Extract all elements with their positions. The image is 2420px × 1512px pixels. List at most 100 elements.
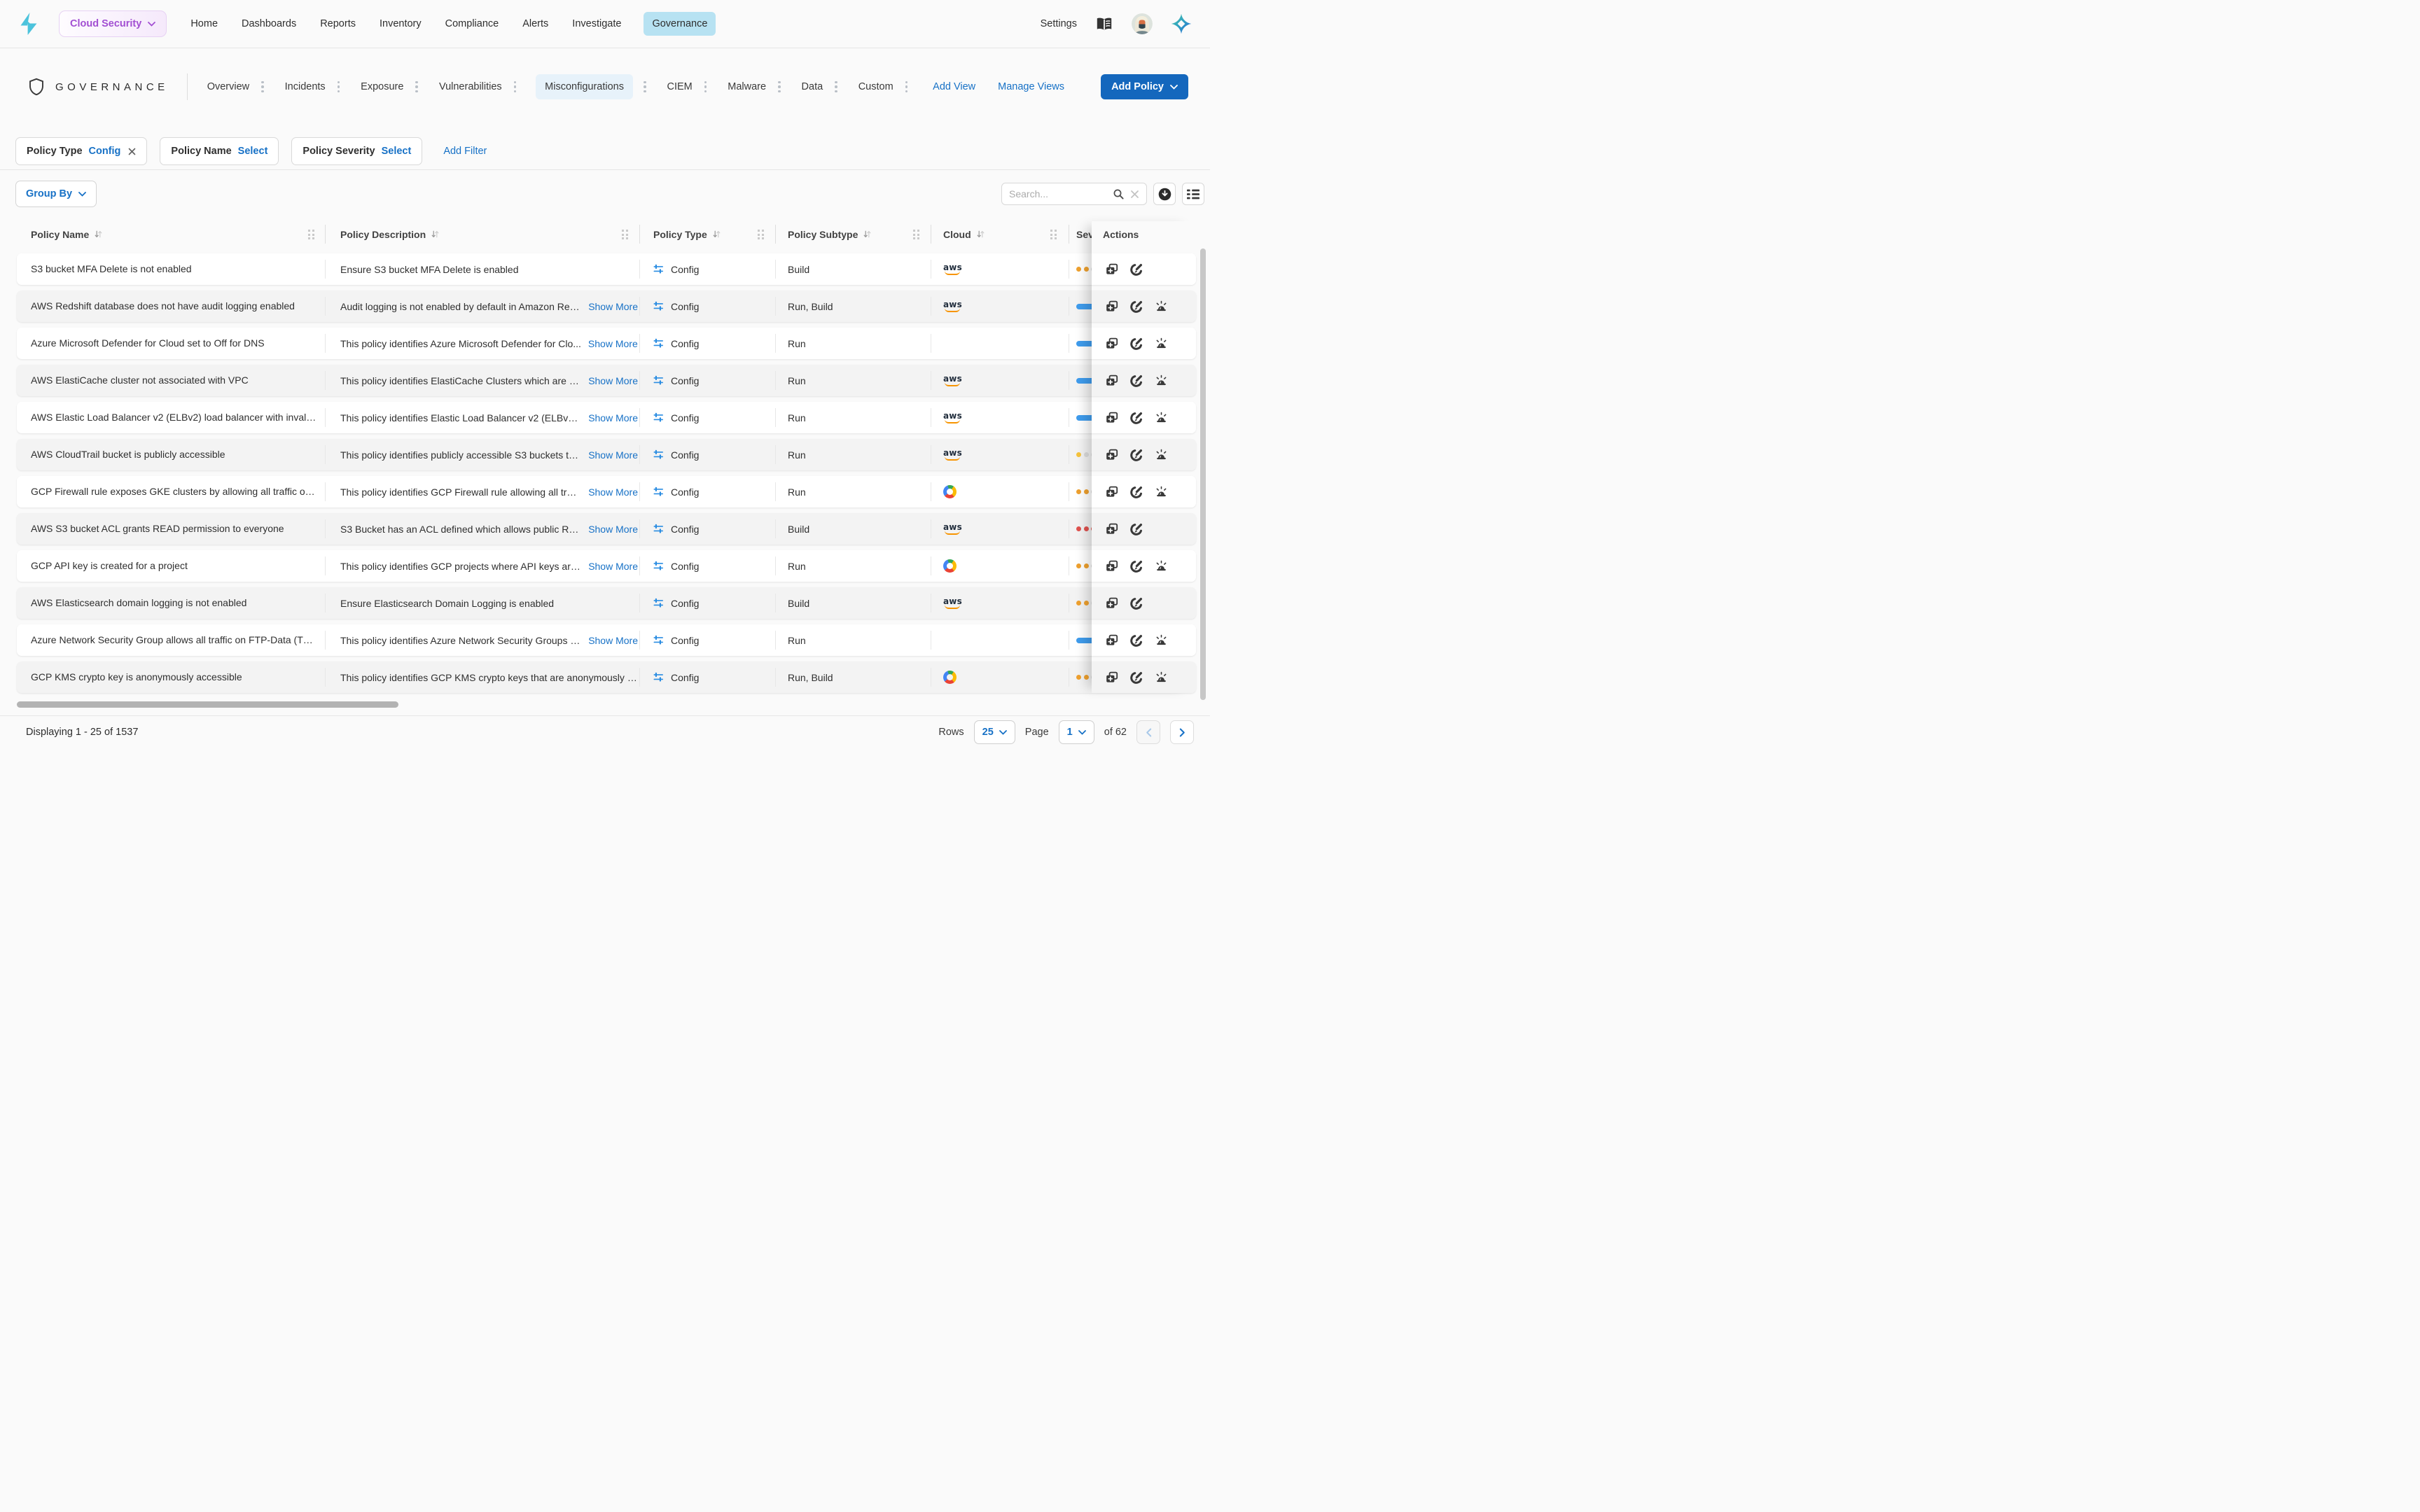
- clone-policy-button[interactable]: [1104, 336, 1120, 351]
- column-drag-handle[interactable]: [913, 230, 919, 239]
- user-avatar[interactable]: [1132, 13, 1153, 34]
- filter-chip-value[interactable]: Select: [382, 146, 412, 157]
- search-icon[interactable]: [1113, 188, 1125, 200]
- table-row[interactable]: AWS Elasticsearch domain logging is not …: [17, 587, 1196, 619]
- table-row[interactable]: Azure Network Security Group allows all …: [17, 624, 1196, 656]
- tab-label[interactable]: Misconfigurations: [536, 74, 633, 99]
- clone-policy-button[interactable]: [1104, 596, 1120, 611]
- filter-chip-policy-type[interactable]: Policy Type Config: [15, 137, 148, 165]
- filter-chip-policy-severity[interactable]: Policy Severity Select: [291, 137, 423, 165]
- create-alert-rule-button[interactable]: [1153, 559, 1169, 573]
- clear-search-icon[interactable]: [1130, 190, 1139, 199]
- column-drag-handle[interactable]: [758, 230, 764, 239]
- tab-label[interactable]: Overview: [206, 74, 251, 99]
- tab-menu-kebab-icon[interactable]: [513, 80, 518, 94]
- show-more-link[interactable]: Show More: [588, 375, 638, 386]
- table-row[interactable]: AWS CloudTrail bucket is publicly access…: [17, 439, 1196, 470]
- search-input[interactable]: [1009, 188, 1107, 200]
- brand-logo-icon[interactable]: [18, 12, 39, 36]
- edit-policy-button[interactable]: [1129, 410, 1144, 426]
- column-settings-button[interactable]: [1182, 183, 1204, 205]
- edit-policy-button[interactable]: [1129, 484, 1144, 500]
- add-filter-link[interactable]: Add Filter: [443, 146, 487, 157]
- tab-menu-kebab-icon[interactable]: [414, 80, 419, 94]
- tab-menu-kebab-icon[interactable]: [904, 80, 910, 94]
- add-policy-button[interactable]: Add Policy: [1101, 74, 1188, 99]
- tab-menu-kebab-icon[interactable]: [336, 80, 342, 94]
- edit-policy-button[interactable]: [1129, 559, 1144, 574]
- tab-label[interactable]: Exposure: [359, 74, 405, 99]
- rows-per-page-select[interactable]: 25: [973, 720, 1015, 744]
- clone-policy-button[interactable]: [1104, 373, 1120, 388]
- table-row[interactable]: Azure Microsoft Defender for Cloud set t…: [17, 328, 1196, 359]
- edit-policy-button[interactable]: [1129, 373, 1144, 388]
- table-row[interactable]: AWS Elastic Load Balancer v2 (ELBv2) loa…: [17, 402, 1196, 433]
- table-row[interactable]: AWS Redshift database does not have audi…: [17, 290, 1196, 322]
- sort-icon[interactable]: [94, 230, 103, 239]
- create-alert-rule-button[interactable]: [1153, 633, 1169, 648]
- nav-item-home[interactable]: Home: [189, 12, 219, 36]
- clone-policy-button[interactable]: [1104, 522, 1120, 537]
- show-more-link[interactable]: Show More: [588, 338, 638, 349]
- create-alert-rule-button[interactable]: [1153, 299, 1169, 314]
- nav-item-alerts[interactable]: Alerts: [521, 12, 550, 36]
- edit-policy-button[interactable]: [1129, 262, 1144, 277]
- add-view-link[interactable]: Add View: [933, 81, 975, 92]
- clone-policy-button[interactable]: [1104, 410, 1120, 426]
- column-drag-handle[interactable]: [622, 230, 628, 239]
- settings-link[interactable]: Settings: [1041, 18, 1077, 29]
- tab-label[interactable]: Data: [800, 74, 825, 99]
- column-header-policy-name[interactable]: Policy Name: [31, 221, 103, 247]
- column-drag-handle[interactable]: [1050, 230, 1057, 239]
- filter-chip-value[interactable]: Config: [89, 146, 121, 157]
- show-more-link[interactable]: Show More: [588, 561, 638, 572]
- column-header-policy-subtype[interactable]: Policy Subtype: [788, 221, 872, 247]
- edit-policy-button[interactable]: [1129, 299, 1144, 314]
- vertical-scrollbar[interactable]: [1200, 248, 1206, 700]
- clone-policy-button[interactable]: [1104, 447, 1120, 463]
- clone-policy-button[interactable]: [1104, 633, 1120, 648]
- table-row[interactable]: GCP API key is created for a project Thi…: [17, 550, 1196, 582]
- show-more-link[interactable]: Show More: [588, 635, 638, 646]
- clone-policy-button[interactable]: [1104, 262, 1120, 277]
- nav-item-investigate[interactable]: Investigate: [571, 12, 623, 36]
- show-more-link[interactable]: Show More: [588, 486, 638, 498]
- edit-policy-button[interactable]: [1129, 522, 1144, 537]
- tab-menu-kebab-icon[interactable]: [777, 80, 782, 94]
- tab-label[interactable]: CIEM: [666, 74, 694, 99]
- show-more-link[interactable]: Show More: [588, 524, 638, 535]
- copilot-sparkle-icon[interactable]: [1171, 13, 1192, 34]
- sort-icon[interactable]: [712, 230, 721, 239]
- show-more-link[interactable]: Show More: [588, 301, 638, 312]
- table-row[interactable]: S3 bucket MFA Delete is not enabled Ensu…: [17, 253, 1196, 285]
- previous-page-button[interactable]: [1136, 720, 1160, 744]
- edit-policy-button[interactable]: [1129, 447, 1144, 463]
- tab-label[interactable]: Malware: [726, 74, 767, 99]
- clone-policy-button[interactable]: [1104, 299, 1120, 314]
- clone-policy-button[interactable]: [1104, 670, 1120, 685]
- next-page-button[interactable]: [1170, 720, 1194, 744]
- remove-filter-icon[interactable]: [128, 148, 136, 155]
- tab-label[interactable]: Custom: [857, 74, 895, 99]
- create-alert-rule-button[interactable]: [1153, 373, 1169, 388]
- nav-item-compliance[interactable]: Compliance: [444, 12, 501, 36]
- create-alert-rule-button[interactable]: [1153, 447, 1169, 462]
- horizontal-scrollbar[interactable]: [17, 701, 398, 708]
- table-row[interactable]: GCP Firewall rule exposes GKE clusters b…: [17, 476, 1196, 507]
- manage-views-link[interactable]: Manage Views: [998, 81, 1064, 92]
- column-header-policy-description[interactable]: Policy Description: [340, 221, 440, 247]
- create-alert-rule-button[interactable]: [1153, 484, 1169, 499]
- nav-item-reports[interactable]: Reports: [319, 12, 357, 36]
- column-header-policy-type[interactable]: Policy Type: [653, 221, 721, 247]
- edit-policy-button[interactable]: [1129, 596, 1144, 611]
- tab-menu-kebab-icon[interactable]: [260, 80, 265, 94]
- column-drag-handle[interactable]: [308, 230, 314, 239]
- clone-policy-button[interactable]: [1104, 484, 1120, 500]
- docs-book-icon[interactable]: [1095, 16, 1113, 32]
- tab-label[interactable]: Vulnerabilities: [438, 74, 503, 99]
- show-more-link[interactable]: Show More: [588, 449, 638, 461]
- nav-item-inventory[interactable]: Inventory: [378, 12, 423, 36]
- group-by-button[interactable]: Group By: [15, 181, 97, 207]
- page-number-select[interactable]: 1: [1058, 720, 1094, 744]
- edit-policy-button[interactable]: [1129, 670, 1144, 685]
